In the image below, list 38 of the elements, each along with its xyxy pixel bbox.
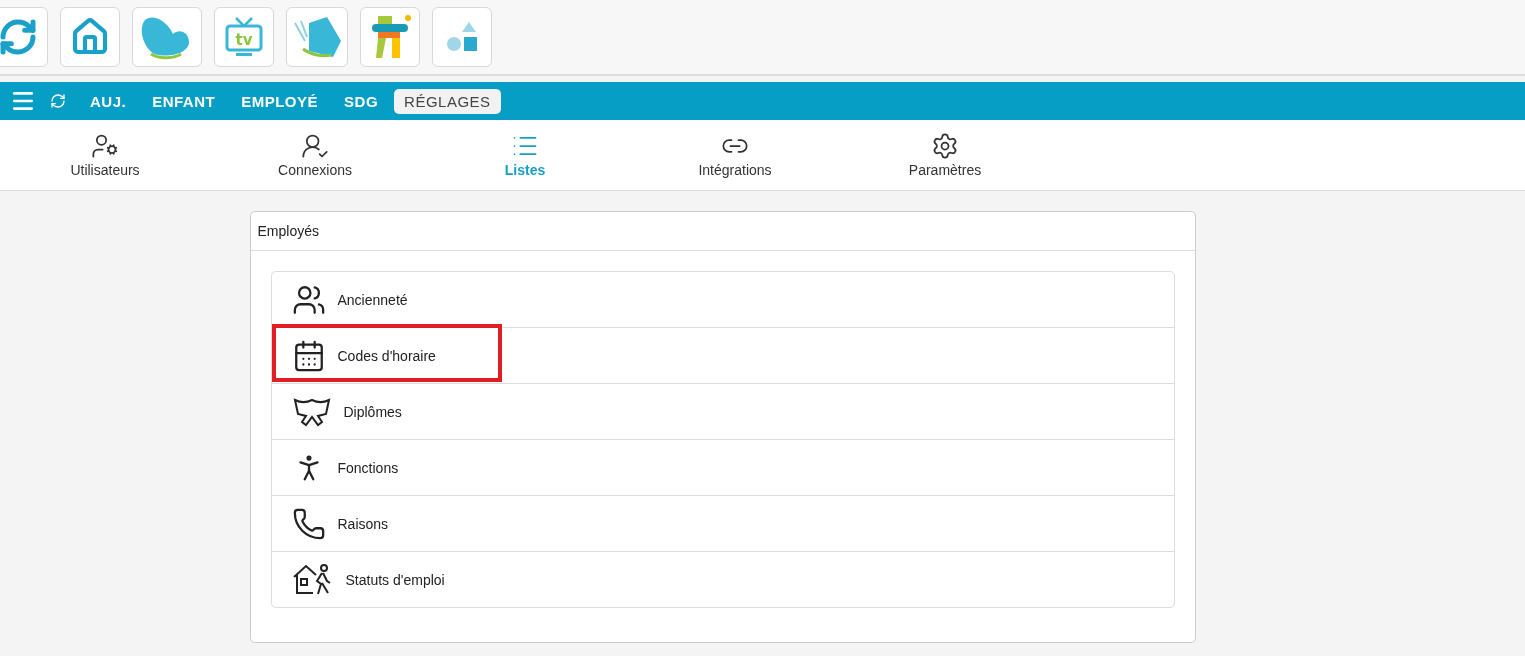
list-item[interactable]: Fonctions	[271, 439, 1174, 495]
refresh-icon[interactable]	[50, 93, 66, 109]
tab-label: Utilisateurs	[70, 162, 140, 178]
shapes-icon	[445, 20, 479, 54]
bow-icon	[291, 396, 332, 427]
tab-label: Listes	[504, 162, 546, 178]
list-item[interactable]: Raisons	[271, 495, 1174, 551]
refresh-icon	[0, 17, 38, 57]
app-tile[interactable]	[432, 7, 492, 67]
butterfly-logo-icon	[291, 15, 343, 59]
list-item[interactable]: Ancienneté	[271, 272, 1174, 327]
app-tile[interactable]	[60, 7, 120, 67]
item-label: Fonctions	[337, 459, 399, 476]
item-label: Diplômes	[343, 403, 402, 420]
tab-label: Connexions	[278, 162, 352, 178]
users-gear-icon	[91, 132, 119, 160]
app-tile[interactable]	[0, 7, 48, 67]
app-tile[interactable]	[286, 7, 348, 67]
nav-tab[interactable]: RÉGLAGES	[394, 88, 501, 114]
list-item[interactable]: Diplômes	[271, 383, 1174, 439]
list-item[interactable]: Statuts d'emploi	[271, 551, 1174, 607]
settings-tab[interactable]: Utilisateurs	[0, 120, 210, 190]
home-icon	[70, 17, 110, 57]
item-label: Statuts d'emploi	[345, 571, 445, 588]
phone-icon	[291, 506, 326, 541]
item-label: Codes d'horaire	[337, 347, 436, 364]
app-tile[interactable]	[132, 7, 202, 67]
list-item[interactable]: Codes d'horaire	[271, 327, 1174, 383]
settings-tab[interactable]: Intégrations	[630, 120, 840, 190]
settings-tab[interactable]: Paramètres	[840, 120, 1050, 190]
tab-label: Intégrations	[698, 162, 772, 178]
app-tile[interactable]	[360, 7, 420, 67]
settings-tab[interactable]: Connexions	[210, 120, 420, 190]
settings-icon	[931, 132, 959, 160]
item-label: Ancienneté	[337, 291, 408, 308]
tab-label: Paramètres	[908, 162, 982, 178]
card-title: Employés	[250, 212, 1195, 251]
item-label: Raisons	[337, 515, 389, 532]
